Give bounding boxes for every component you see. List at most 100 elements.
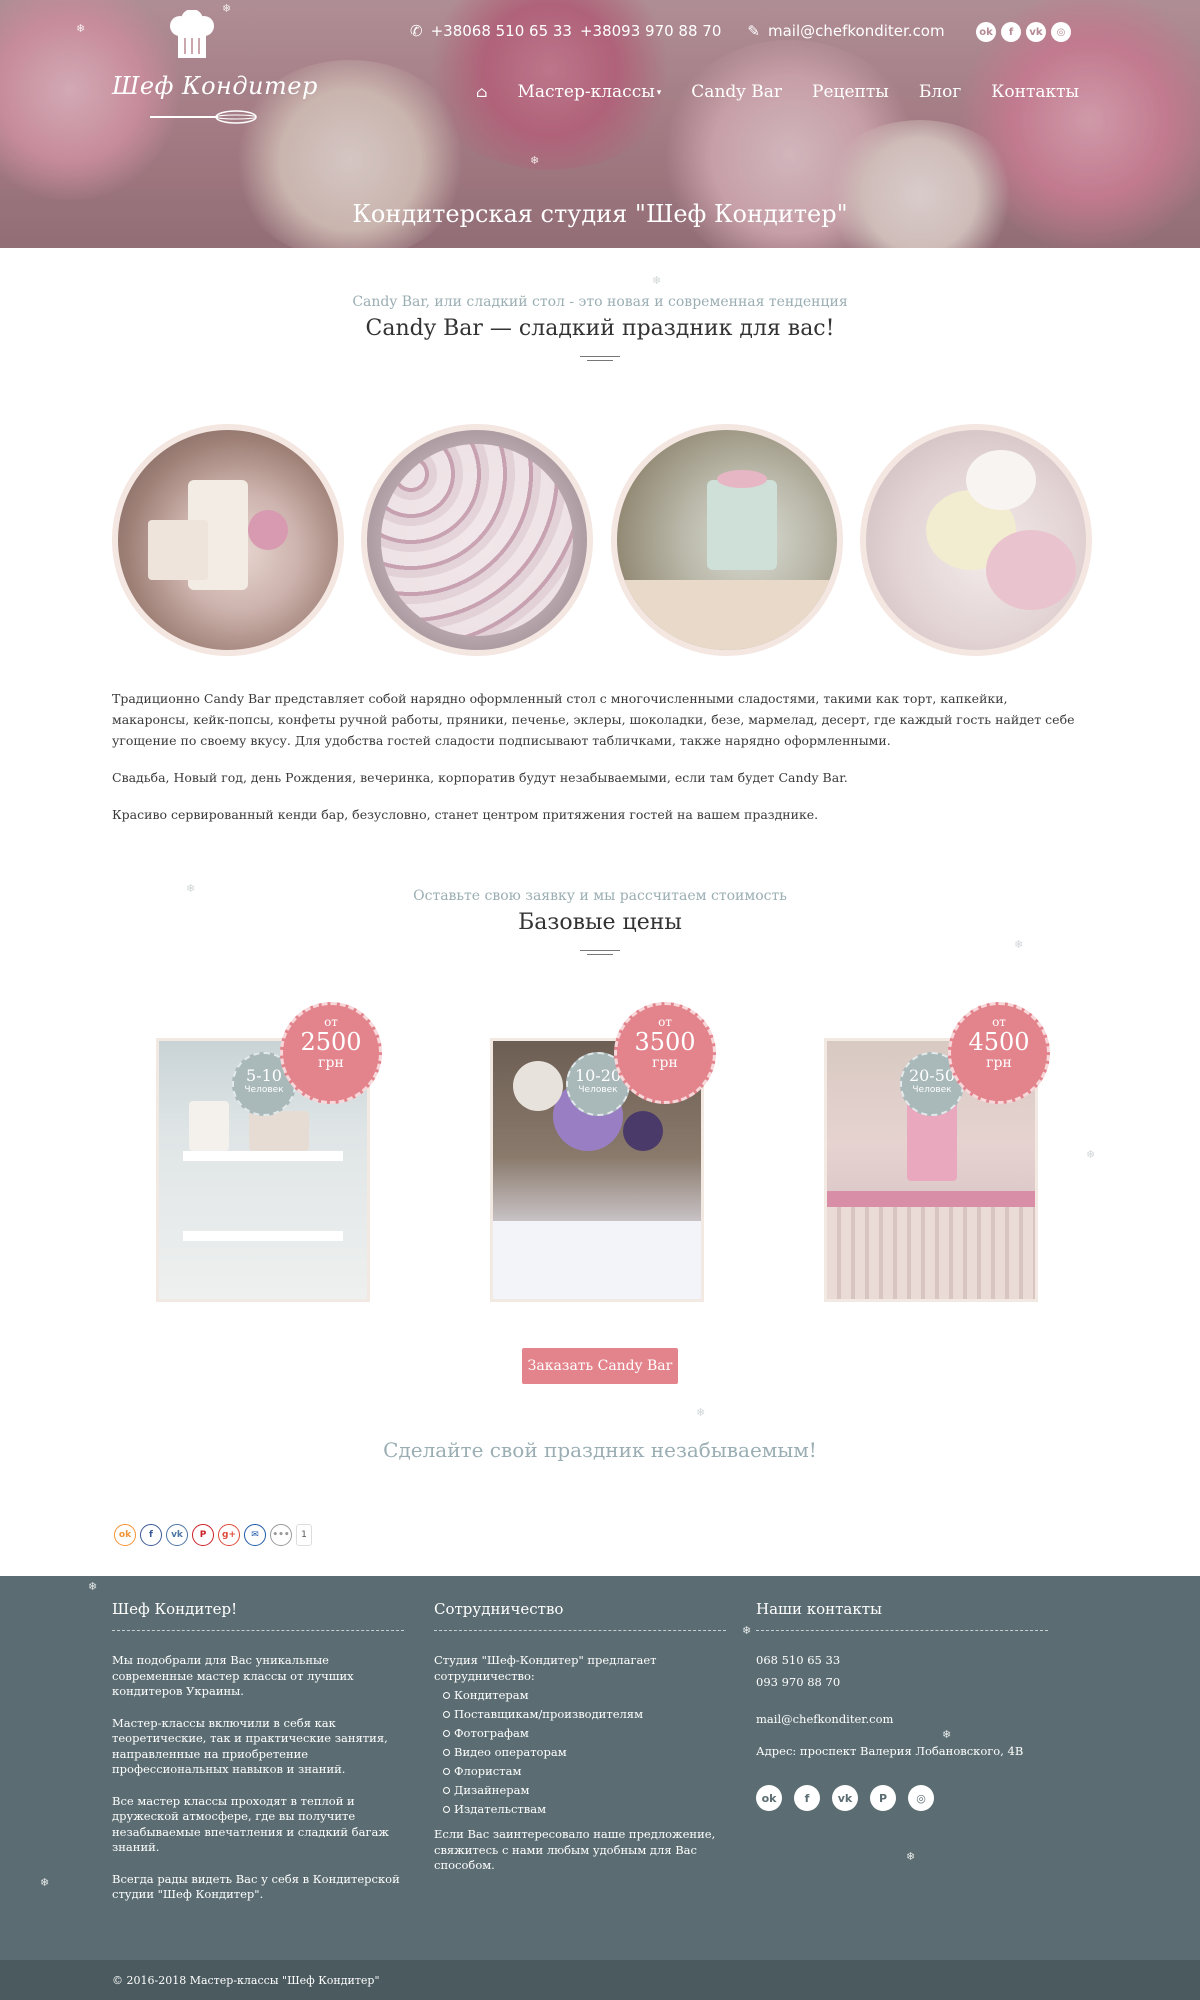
pinterest-icon[interactable]: P (192, 1524, 214, 1546)
nav-item-master-classes[interactable]: Мастер-классы ▾ (517, 82, 661, 102)
footer-about-paragraph: Все мастер классы проходят в теплой и др… (112, 1793, 389, 1855)
header-social: ok f vk ◎ (976, 22, 1071, 42)
price-currency: грн (986, 1055, 1012, 1071)
price-card[interactable]: 20-50 Человек от 4500 грн (824, 1002, 1050, 1302)
price-from: от (658, 1015, 672, 1029)
price-amount: 2500 (300, 1028, 362, 1056)
logo[interactable]: Шеф Кондитер (108, 10, 317, 128)
list-item: Дизайнерам (434, 1781, 726, 1800)
order-candy-bar-button[interactable]: Заказать Candy Bar (522, 1348, 678, 1384)
footer-contacts-title: Наши контакты (756, 1600, 1048, 1631)
header-contacts: ✆ +38068 510 65 33 +38093 970 88 70 ✎ ma… (410, 22, 945, 40)
intro-text: Традиционно Candy Bar представляет собой… (112, 688, 1076, 841)
price-badge: от 3500 грн (614, 1002, 716, 1104)
snowflake-icon: ❄ (222, 2, 232, 15)
cooperation-list: Кондитерам Поставщикам/производителям Фо… (434, 1686, 726, 1819)
bottom-bar: © 2016-2018 Мастер-классы "Шеф Кондитер" (0, 1960, 1200, 2000)
chef-hat-icon (170, 10, 214, 58)
pencil-icon: ✎ (747, 22, 760, 40)
footer-address: Адрес: проспект Валерия Лобановского, 4В (756, 1743, 1024, 1758)
footer-contacts: Наши контакты 068 510 65 33 093 970 88 7… (756, 1600, 1048, 1811)
gallery-photo-table[interactable] (610, 424, 843, 656)
snowflake-icon: ❄ (942, 1728, 952, 1741)
gallery-photo-cupcakes[interactable] (361, 424, 594, 656)
prices-subtitle: Оставьте свою заявку и мы рассчитаем сто… (413, 888, 787, 904)
price-from: от (992, 1015, 1006, 1029)
header-phone-2[interactable]: +38093 970 88 70 (580, 22, 721, 40)
vk-icon[interactable]: vk (166, 1524, 188, 1546)
footer-cooperation-title: Сотрудничество (434, 1600, 726, 1631)
price-currency: грн (318, 1055, 344, 1071)
price-card[interactable]: 10-20 Человек от 3500 грн (490, 1002, 716, 1302)
snowflake-icon: ❄ (652, 274, 662, 287)
nav-item-recipes[interactable]: Рецепты (812, 82, 889, 102)
list-item: Флористам (434, 1762, 726, 1781)
header-phone-1[interactable]: +38068 510 65 33 (431, 22, 572, 40)
price-from: от (324, 1015, 338, 1029)
list-item: Поставщикам/производителям (434, 1705, 726, 1724)
copyright: © 2016-2018 Мастер-классы "Шеф Кондитер" (112, 1974, 380, 1987)
intro-subtitle: Candy Bar, или сладкий стол - это новая … (352, 294, 848, 310)
snowflake-icon: ❄ (186, 882, 196, 895)
footer-cooperation-outro: Если Вас заинтересовало наше предложение… (434, 1827, 716, 1872)
prices-title: Базовые цены (518, 910, 682, 935)
vk-icon[interactable]: vk (832, 1785, 858, 1811)
snowflake-icon: ❄ (88, 1580, 98, 1593)
phone-icon: ✆ (410, 22, 423, 40)
price-amount: 3500 (634, 1028, 696, 1056)
price-card[interactable]: 5-10 Человек от 2500 грн (156, 1002, 382, 1302)
people-unit: Человек (244, 1085, 284, 1095)
pinterest-icon[interactable]: P (870, 1785, 896, 1811)
nav-item-blog[interactable]: Блог (919, 82, 961, 102)
nav-item-candy-bar[interactable]: Candy Bar (691, 82, 782, 102)
snowflake-icon: ❄ (76, 22, 86, 35)
gallery-photo-roses[interactable] (859, 424, 1092, 656)
hero-header: Шеф Кондитер ✆ +38068 510 65 33 +38093 9… (0, 0, 1200, 248)
gallery-photo-cake[interactable] (112, 424, 344, 656)
section-divider (580, 950, 620, 958)
home-icon[interactable]: ⌂ (476, 83, 487, 101)
instagram-icon[interactable]: ◎ (908, 1785, 934, 1811)
intro-paragraph: Свадьба, Новый год, день Рождения, вечер… (112, 770, 848, 785)
main-nav: ⌂ Мастер-классы ▾ Candy Bar Рецепты Блог … (476, 82, 1079, 102)
odnoklassniki-icon[interactable]: ok (756, 1785, 782, 1811)
footer-about-paragraph: Мы подобрали для Вас уникальные современ… (112, 1653, 354, 1698)
odnoklassniki-icon[interactable]: ok (114, 1524, 136, 1546)
intro-paragraph: Красиво сервированный кенди бар, безусло… (112, 807, 819, 822)
more-icon[interactable]: ••• (270, 1524, 292, 1546)
email-icon[interactable]: ✉ (244, 1524, 266, 1546)
odnoklassniki-icon[interactable]: ok (976, 22, 996, 42)
intro-paragraph: Традиционно Candy Bar представляет собой… (112, 691, 1075, 748)
facebook-icon[interactable]: f (794, 1785, 820, 1811)
nav-item-contacts[interactable]: Контакты (991, 82, 1079, 102)
footer-about-paragraph: Всегда рады видеть Вас у себя в Кондитер… (112, 1871, 400, 1902)
section-divider (580, 356, 620, 364)
footer-about: Шеф Кондитер! Мы подобрали для Вас уника… (112, 1600, 404, 1919)
price-badge: от 2500 грн (280, 1002, 382, 1104)
footer-cooperation-intro: Студия "Шеф-Кондитер" предлагает сотрудн… (434, 1653, 657, 1683)
instagram-icon[interactable]: ◎ (1051, 22, 1071, 42)
snowflake-icon: ❄ (1014, 938, 1024, 951)
snowflake-icon: ❄ (696, 1406, 706, 1419)
footer-email[interactable]: mail@chefkonditer.com (756, 1712, 1048, 1728)
vk-icon[interactable]: vk (1026, 22, 1046, 42)
header-email[interactable]: mail@chefkonditer.com (768, 22, 945, 40)
snowflake-icon: ❄ (742, 1624, 752, 1637)
footer-phone-2[interactable]: 093 970 88 70 (756, 1675, 1048, 1691)
footer-social: ok f vk P ◎ (756, 1785, 1048, 1811)
logo-text: Шеф Кондитер (112, 72, 318, 100)
facebook-icon[interactable]: f (1001, 22, 1021, 42)
price-badge: от 4500 грн (948, 1002, 1050, 1104)
slogan: Сделайте свой праздник незабываемым! (383, 1438, 817, 1462)
footer-cooperation: Сотрудничество Студия "Шеф-Кондитер" пре… (434, 1600, 726, 1890)
snowflake-icon: ❄ (40, 1876, 50, 1889)
intro-title: Candy Bar — сладкий праздник для вас! (365, 316, 835, 341)
price-amount: 4500 (968, 1028, 1030, 1056)
footer-phone-1[interactable]: 068 510 65 33 (756, 1653, 1048, 1669)
price-currency: грн (652, 1055, 678, 1071)
footer-about-paragraph: Мастер-классы включили в себя как теорет… (112, 1715, 388, 1777)
facebook-icon[interactable]: f (140, 1524, 162, 1546)
nav-label: Мастер-классы (517, 82, 655, 102)
footer-about-title: Шеф Кондитер! (112, 1600, 404, 1631)
google-plus-icon[interactable]: g+ (218, 1524, 240, 1546)
